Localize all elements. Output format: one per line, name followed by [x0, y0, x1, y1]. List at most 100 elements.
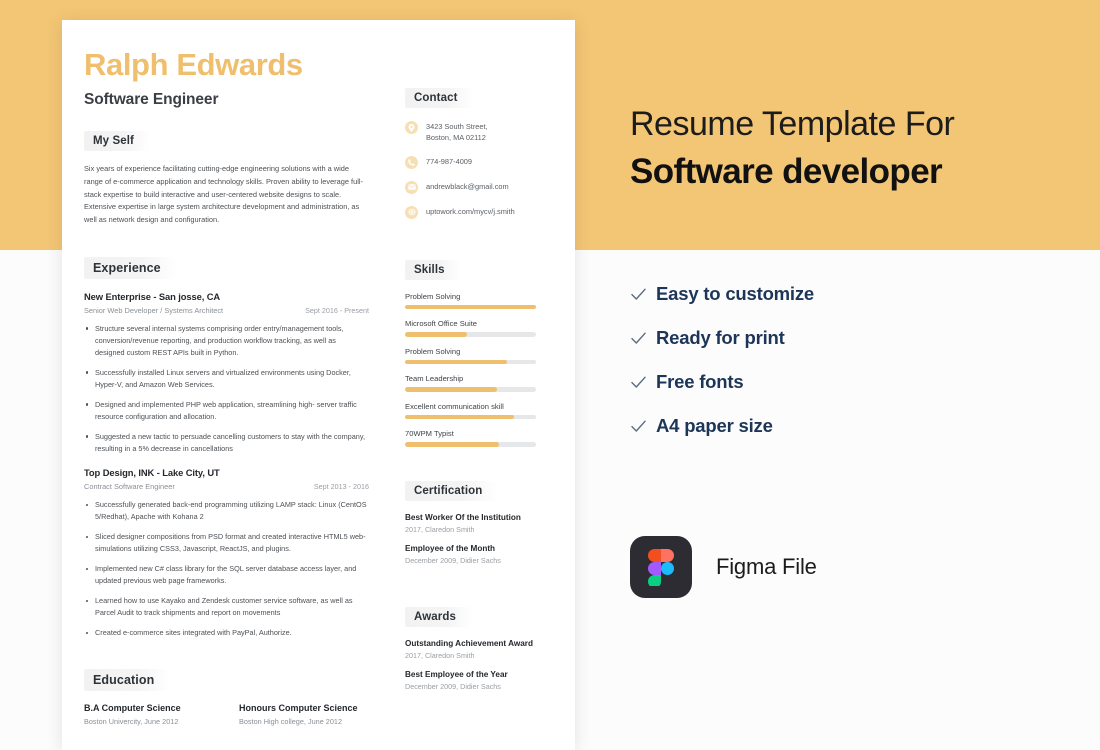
award-item: Outstanding Achievement Award 2017, Clare…	[405, 639, 560, 660]
section-heading-awards: Awards	[405, 606, 472, 627]
experience-company: New Enterprise - San josse, CA	[84, 290, 221, 302]
section-heading-skills: Skills	[405, 259, 461, 280]
skill-label: Team Leadership	[405, 374, 464, 384]
resume-preview-card: Ralph Edwards Software Engineer My Self …	[62, 20, 575, 750]
experience-bullet: Successfully installed Linux servers and…	[84, 367, 367, 391]
skill-progress-bar	[405, 332, 536, 337]
promo-panel: Resume Template For Software developer E…	[630, 0, 1080, 750]
feature-item: A4 paper size	[630, 415, 814, 437]
experience-bullet: Implemented new C# class library for the…	[84, 563, 367, 587]
contact-row[interactable]: uptowork.com/mycv/j.smith	[405, 205, 560, 219]
contact-value: andrewblack@gmail.com	[426, 181, 509, 191]
envelope-icon	[405, 180, 418, 194]
section-heading-experience: Experience	[84, 256, 177, 279]
skill-item: 70WPM Typist	[405, 429, 560, 447]
feature-label: A4 paper size	[656, 415, 773, 436]
experience-bullet: Structure several internal systems compr…	[84, 323, 367, 359]
skill-progress-fill	[405, 387, 497, 392]
experience-date: Sept 2013 - 2016	[313, 482, 369, 492]
experience-item: New Enterprise - San josse, CA Senior Web…	[84, 291, 394, 455]
skill-item: Microsoft Office Suite	[405, 319, 560, 337]
contact-row[interactable]: 774-987-4009	[405, 155, 560, 169]
skill-item: Excellent communication skill	[405, 402, 560, 420]
skill-progress-fill	[405, 442, 500, 447]
experience-bullet: Designed and implemented PHP web applica…	[84, 399, 367, 423]
location-pin-icon	[405, 121, 418, 134]
promo-heading-line2: Software developer	[630, 152, 943, 192]
education-school: Boston High college, June 2012	[239, 717, 343, 727]
promo-heading-line1: Resume Template For	[630, 105, 955, 143]
section-heading-certification: Certification	[405, 480, 499, 501]
figma-icon	[630, 536, 692, 598]
section-heading-myself: My Self	[84, 131, 150, 152]
award-item-detail: December 2009, Didier Sachs	[405, 681, 501, 691]
skill-progress-fill	[405, 359, 508, 365]
section-heading-education: Education	[84, 669, 171, 692]
certification-item: Best Worker Of the Institution 2017, Clar…	[405, 513, 560, 534]
certification-item-detail: December 2009, Didier Sachs	[405, 555, 501, 565]
phone-icon	[405, 155, 418, 169]
skill-progress-fill	[405, 414, 514, 420]
contact-row[interactable]: 3423 South Street, Boston, MA 02112	[405, 120, 560, 144]
skill-label: Problem Solving	[405, 291, 461, 301]
contact-value: 774-987-4009	[426, 156, 473, 166]
skill-item: Problem Solving	[405, 347, 560, 365]
check-icon	[630, 288, 647, 301]
skill-progress-bar	[405, 304, 536, 310]
award-item: Best Employee of the Year December 2009, …	[405, 670, 560, 691]
education-degree: B.A Computer Science	[84, 703, 181, 714]
certification-item-detail: 2017, Claredon Smith	[405, 524, 475, 534]
certification-list: Best Worker Of the Institution 2017, Clar…	[405, 513, 560, 565]
globe-icon	[405, 205, 418, 219]
certification-item-title: Best Worker Of the Institution	[405, 512, 521, 522]
education-list: B.A Computer Science Boston Univercity, J…	[84, 703, 394, 726]
skill-item: Team Leadership	[405, 374, 560, 392]
skill-progress-fill	[405, 332, 467, 337]
skill-progress-fill	[405, 304, 536, 310]
experience-meta: Contract Software Engineer Sept 2013 - 20…	[84, 482, 369, 491]
skill-label: Problem Solving	[405, 346, 461, 356]
experience-list: New Enterprise - San josse, CA Senior Web…	[84, 291, 394, 640]
skills-list: Problem Solving Microsoft Office Suite Pro…	[405, 292, 560, 447]
skill-progress-bar	[405, 442, 536, 447]
feature-item: Free fonts	[630, 371, 814, 393]
skill-label: Excellent communication skill	[405, 401, 504, 411]
page-title: Ralph Edwards	[84, 47, 303, 82]
feature-label: Easy to customize	[656, 283, 815, 304]
section-heading-contact: Contact	[405, 88, 474, 108]
check-icon	[630, 420, 647, 433]
feature-checklist: Easy to customize Ready for print Free fon…	[630, 283, 814, 459]
figma-file-badge[interactable]: Figma File	[630, 536, 817, 598]
check-icon	[630, 376, 647, 389]
feature-label: Free fonts	[656, 371, 744, 392]
feature-item: Easy to customize	[630, 283, 814, 305]
contact-value: 3423 South Street, Boston, MA 02112	[426, 122, 488, 143]
experience-role: Senior Web Developer / Systems Architect	[84, 305, 224, 315]
contact-row[interactable]: andrewblack@gmail.com	[405, 180, 560, 194]
skill-label: Microsoft Office Suite	[405, 319, 478, 329]
experience-date: Sept 2016 - Present	[305, 305, 369, 315]
job-subtitle: Software Engineer	[84, 91, 219, 109]
certification-item-title: Employee of the Month	[405, 543, 496, 553]
award-item-title: Outstanding Achievement Award	[405, 638, 533, 648]
feature-item: Ready for print	[630, 327, 814, 349]
resume-left-column: Ralph Edwards Software Engineer My Self …	[84, 20, 394, 726]
skill-progress-bar	[405, 414, 536, 420]
contact-list: 3423 South Street, Boston, MA 02112 774-98…	[405, 120, 560, 219]
skill-progress-bar	[405, 359, 536, 365]
feature-label: Ready for print	[656, 327, 785, 348]
education-degree: Honours Computer Science	[239, 703, 358, 714]
experience-item: Top Design, INK - Lake City, UT Contract …	[84, 467, 394, 639]
award-item-detail: 2017, Claredon Smith	[405, 650, 475, 660]
experience-bullet: Learned how to use Kayako and Zendesk cu…	[84, 595, 367, 619]
figma-file-label: Figma File	[716, 554, 817, 579]
education-item: Honours Computer Science Boston High coll…	[239, 703, 394, 726]
skill-label: 70WPM Typist	[405, 429, 454, 439]
experience-bullet: Suggested a new tactic to persuade cance…	[84, 431, 367, 455]
certification-item: Employee of the Month December 2009, Didi…	[405, 544, 560, 565]
experience-bullet: Successfully generated back-end programm…	[84, 499, 367, 523]
experience-bullets: Successfully generated back-end programm…	[84, 499, 394, 639]
experience-meta: Senior Web Developer / Systems Architect…	[84, 306, 369, 315]
contact-value: uptowork.com/mycv/j.smith	[426, 206, 515, 216]
check-icon	[630, 332, 647, 345]
